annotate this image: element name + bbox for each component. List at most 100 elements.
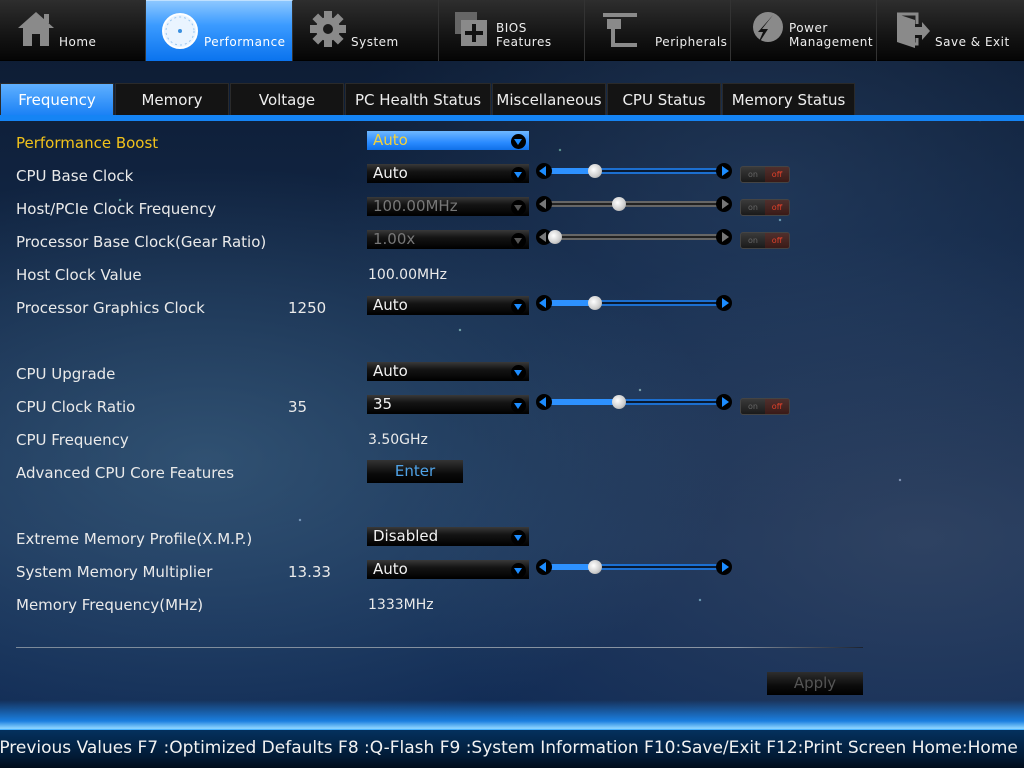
- tab-frequency[interactable]: Frequency: [0, 83, 114, 116]
- toggle-off-label: off: [765, 233, 789, 248]
- slider-knob[interactable]: [588, 296, 603, 310]
- chevron-down-icon: [511, 299, 526, 314]
- nav-bios-label-line1: BIOS: [496, 21, 527, 35]
- chevron-down-icon: [511, 398, 526, 413]
- performance-boost-label: Performance Boost: [16, 134, 159, 152]
- slider-increase-icon[interactable]: [716, 295, 732, 311]
- slider-increase-icon[interactable]: [716, 229, 732, 245]
- slider-knob[interactable]: [588, 560, 603, 574]
- speedometer-icon: [161, 12, 199, 54]
- slider-increase-icon[interactable]: [716, 559, 732, 575]
- tab-memory-status[interactable]: Memory Status: [722, 83, 855, 116]
- proc-graphics-clock-current: 1250: [288, 299, 327, 317]
- host-pcie-clock-toggle[interactable]: on off: [740, 199, 790, 216]
- proc-base-clock-gear-label: Processor Base Clock(Gear Ratio): [16, 233, 267, 251]
- host-pcie-clock-dropdown[interactable]: 100.00MHz: [367, 197, 529, 216]
- xmp-label: Extreme Memory Profile(X.M.P.): [16, 530, 253, 548]
- host-pcie-clock-slider[interactable]: [536, 196, 732, 212]
- slider-decrease-icon[interactable]: [536, 394, 552, 410]
- chevron-down-icon: [511, 200, 526, 215]
- cpu-clock-ratio-value: 35: [373, 395, 393, 413]
- sub-tabs: Frequency Memory Voltage PC Health Statu…: [0, 83, 856, 116]
- slider-decrease-icon[interactable]: [536, 559, 552, 575]
- toggle-on-label: on: [748, 203, 758, 212]
- chip-icon: [453, 10, 491, 54]
- nav-save-exit[interactable]: Save & Exit: [877, 0, 1024, 61]
- nav-power-management[interactable]: Power Management: [731, 0, 877, 61]
- apply-button[interactable]: Apply: [767, 672, 863, 695]
- proc-base-clock-gear-dropdown[interactable]: 1.00x: [367, 230, 529, 249]
- nav-bios-label-line2: Features: [496, 35, 552, 49]
- tab-voltage[interactable]: Voltage: [230, 83, 344, 116]
- proc-graphics-clock-label: Processor Graphics Clock: [16, 299, 205, 317]
- tab-memory[interactable]: Memory: [115, 83, 229, 116]
- slider-decrease-icon[interactable]: [536, 196, 552, 212]
- sys-mem-mult-current: 13.33: [288, 563, 331, 581]
- cpu-upgrade-label: CPU Upgrade: [16, 365, 116, 383]
- tab-pc-health-status[interactable]: PC Health Status: [345, 83, 491, 116]
- nav-home[interactable]: Home: [0, 0, 146, 61]
- slider-knob[interactable]: [611, 395, 626, 409]
- cpu-clock-ratio-toggle[interactable]: on off: [740, 398, 790, 415]
- adv-cpu-core-enter-button[interactable]: Enter: [367, 460, 463, 483]
- chevron-down-icon: [511, 167, 526, 182]
- cpu-clock-ratio-current: 35: [288, 398, 308, 416]
- toggle-off-label: off: [765, 399, 789, 414]
- connector-icon: [603, 13, 639, 53]
- tab-miscellaneous[interactable]: Miscellaneous: [492, 83, 606, 116]
- xmp-value: Disabled: [373, 527, 439, 545]
- cpu-frequency-value: 3.50GHz: [368, 432, 428, 448]
- chevron-down-icon: [511, 365, 526, 380]
- slider-increase-icon[interactable]: [716, 163, 732, 179]
- slider-knob[interactable]: [548, 230, 563, 244]
- cpu-base-clock-dropdown[interactable]: Auto: [367, 164, 529, 183]
- mem-freq-value: 1333MHz: [368, 597, 434, 613]
- top-nav: Home Performance System BIOS Features Per…: [0, 0, 1024, 61]
- gear-icon: [309, 10, 347, 52]
- chevron-down-icon: [511, 134, 526, 149]
- slider-decrease-icon[interactable]: [536, 295, 552, 311]
- xmp-dropdown[interactable]: Disabled: [367, 527, 529, 546]
- proc-graphics-clock-dropdown[interactable]: Auto: [367, 296, 529, 315]
- cpu-base-clock-label: CPU Base Clock: [16, 167, 134, 185]
- nav-peripherals[interactable]: Peripherals: [585, 0, 731, 61]
- tab-cpu-status[interactable]: CPU Status: [607, 83, 721, 116]
- slider-decrease-icon[interactable]: [536, 163, 552, 179]
- slider-knob[interactable]: [588, 164, 603, 178]
- nav-power-label: Power Management: [789, 21, 873, 49]
- nav-save-exit-label: Save & Exit: [935, 35, 1010, 49]
- sys-mem-mult-slider[interactable]: [536, 559, 732, 575]
- cpu-base-clock-toggle[interactable]: on off: [740, 166, 790, 183]
- toggle-off-label: off: [765, 200, 789, 215]
- sys-mem-mult-value: Auto: [373, 560, 408, 578]
- proc-base-clock-gear-toggle[interactable]: on off: [740, 232, 790, 249]
- footer-hotkeys-text: F5:Previous Values F7 :Optimized Default…: [0, 738, 1024, 758]
- cpu-clock-ratio-label: CPU Clock Ratio: [16, 398, 136, 416]
- cpu-clock-ratio-dropdown[interactable]: 35: [367, 395, 529, 414]
- adv-cpu-core-label: Advanced CPU Core Features: [16, 464, 235, 482]
- performance-boost-dropdown[interactable]: Auto: [367, 131, 529, 150]
- sys-mem-mult-dropdown[interactable]: Auto: [367, 560, 529, 579]
- bottom-glow: [0, 700, 1024, 730]
- slider-fill: [550, 399, 619, 405]
- nav-bios-features[interactable]: BIOS Features: [439, 0, 585, 61]
- slider-knob[interactable]: [611, 197, 626, 211]
- cpu-clock-ratio-slider[interactable]: [536, 394, 732, 410]
- chevron-down-icon: [511, 530, 526, 545]
- divider: [16, 647, 863, 648]
- slider-increase-icon[interactable]: [716, 394, 732, 410]
- toggle-on-label: on: [748, 170, 758, 179]
- cpu-base-clock-slider[interactable]: [536, 163, 732, 179]
- cpu-upgrade-dropdown[interactable]: Auto: [367, 362, 529, 381]
- nav-performance[interactable]: Performance: [146, 0, 293, 61]
- toggle-on-label: on: [748, 402, 758, 411]
- slider-increase-icon[interactable]: [716, 196, 732, 212]
- nav-system[interactable]: System: [293, 0, 439, 61]
- toggle-on-label: on: [748, 236, 758, 245]
- proc-base-clock-gear-value: 1.00x: [373, 230, 416, 248]
- proc-graphics-clock-slider[interactable]: [536, 295, 732, 311]
- proc-base-clock-gear-slider[interactable]: [536, 229, 732, 245]
- slider-track: [550, 234, 718, 240]
- sys-mem-mult-label: System Memory Multiplier: [16, 563, 213, 581]
- nav-bios-label: BIOS Features: [496, 21, 552, 49]
